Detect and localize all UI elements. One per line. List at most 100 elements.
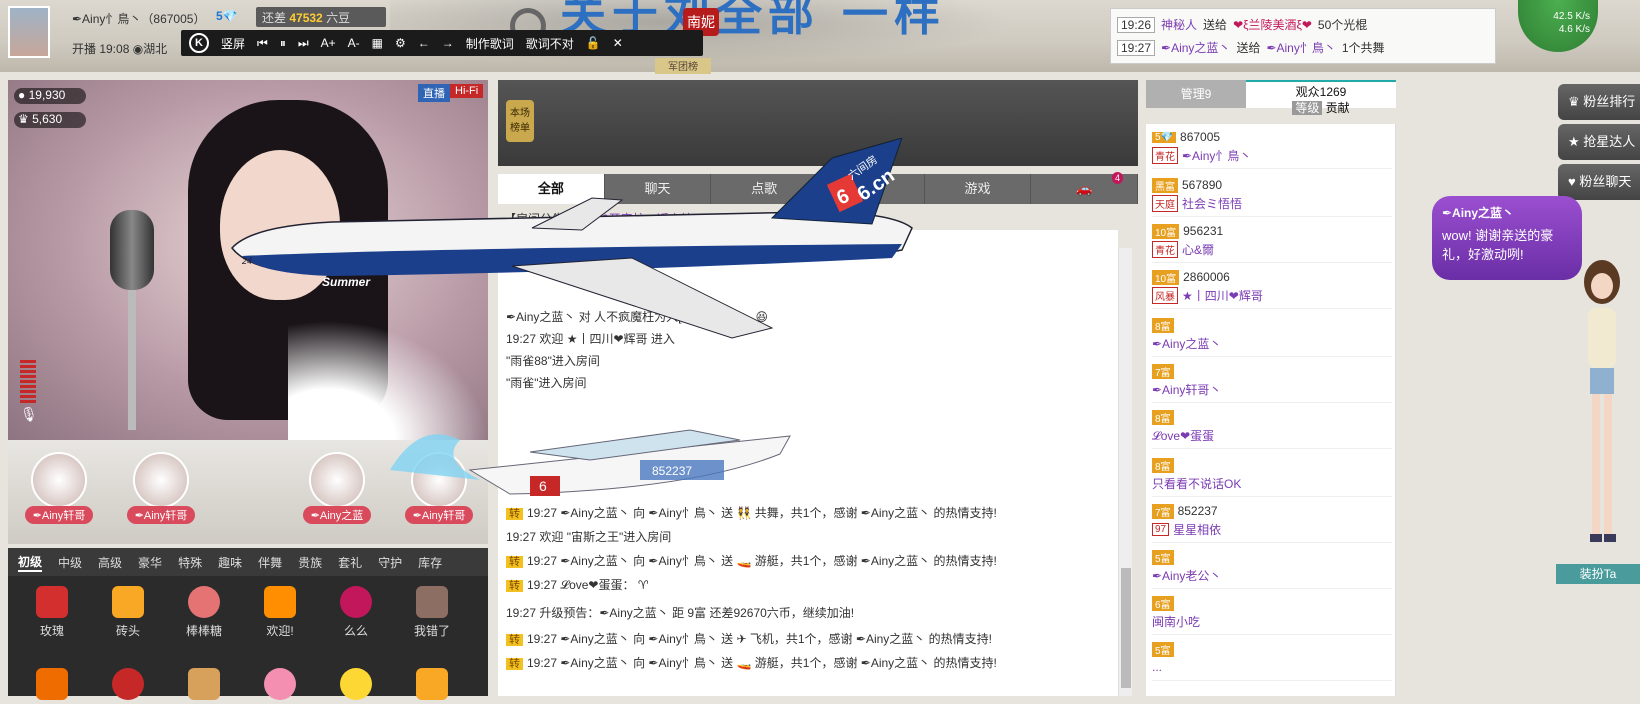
session-rank-tag[interactable]: 本场榜单: [506, 100, 534, 142]
anchor-avatar[interactable]: [8, 6, 50, 58]
audience-name[interactable]: ✒Ainy忄鳥丶: [1182, 147, 1251, 164]
gift-tab-set[interactable]: 套礼: [338, 554, 362, 571]
forward-tag[interactable]: 转: [506, 556, 523, 568]
gift-item[interactable]: 棒棒糖: [174, 586, 234, 639]
level-diff-box: 还差 47532 六豆: [256, 7, 386, 27]
gift-item[interactable]: [98, 668, 158, 704]
gift-tab-fun[interactable]: 趣味: [218, 554, 242, 571]
ticker-sender[interactable]: ✒Ainy之蓝丶: [1161, 39, 1230, 56]
avatar-doll[interactable]: [1570, 256, 1634, 556]
pause-icon[interactable]: ⏸: [280, 36, 286, 51]
audience-row[interactable]: 8富 ✒Ainy之蓝丶: [1152, 316, 1392, 357]
seat[interactable]: ✒Ainy轩哥: [14, 452, 104, 532]
color-grid-icon[interactable]: ▦: [372, 36, 383, 50]
toolbar-item-portrait[interactable]: 竖屏: [221, 35, 245, 52]
fans-rank-button[interactable]: ♛ 粉丝排行: [1558, 84, 1640, 120]
gear-icon[interactable]: ⚙: [395, 36, 406, 50]
gift-item[interactable]: 砖头: [98, 586, 158, 639]
seat-empty[interactable]: [204, 452, 294, 532]
sort-by-contribution[interactable]: 贡献: [1326, 101, 1350, 115]
audience-name[interactable]: ✒Ainy老公丶: [1152, 567, 1221, 584]
microphone-icon[interactable]: 🎙: [20, 406, 40, 424]
tab-managers[interactable]: 管理9: [1146, 80, 1246, 108]
lock-icon[interactable]: 🔓: [586, 36, 601, 50]
audience-row[interactable]: 8富 只看看不说话OK: [1152, 456, 1392, 497]
audience-id: 2860006: [1183, 270, 1230, 284]
ticker-receiver[interactable]: ✒Ainy忄鳥丶: [1266, 39, 1335, 56]
legion-rank-button[interactable]: 军团榜: [655, 58, 711, 74]
volume-meter[interactable]: [20, 360, 36, 404]
lyrics-wrong-button[interactable]: 歌词不对: [526, 35, 574, 52]
audience-name[interactable]: ✒Ainy之蓝丶: [1152, 335, 1221, 352]
audience-name[interactable]: ✒Ainy轩哥丶: [1152, 381, 1221, 398]
arrow-left-icon[interactable]: ←: [418, 36, 430, 50]
audience-name[interactable]: ★丨四川❤辉哥: [1182, 287, 1263, 304]
audience-row[interactable]: 黑富 567890 天庭 社会ミ悟悟: [1152, 176, 1392, 217]
gift-item[interactable]: [326, 668, 386, 704]
ticker-receiver[interactable]: ❤ξ兰陵美酒ξ❤: [1233, 16, 1312, 33]
gift-item[interactable]: 么么: [326, 586, 386, 639]
audience-name[interactable]: ...: [1152, 660, 1162, 674]
audience-row[interactable]: 7富 ✒Ainy轩哥丶: [1152, 362, 1392, 403]
grab-star-button[interactable]: ★ 抢星达人: [1558, 124, 1640, 160]
chat-scrollbar[interactable]: [1118, 248, 1132, 696]
gift-tab-basic[interactable]: 初级: [18, 553, 43, 572]
tab-audience[interactable]: 观众1269 等级 贡献: [1246, 80, 1396, 115]
audience-row[interactable]: 6富 闽南小吃: [1152, 594, 1392, 635]
font-bigger-icon[interactable]: A+: [321, 36, 336, 50]
font-smaller-icon[interactable]: A-: [348, 36, 360, 50]
prev-icon[interactable]: ⏮: [257, 36, 268, 51]
gift-tab-guard[interactable]: 守护: [378, 554, 402, 571]
gift-item[interactable]: 我错了: [402, 586, 462, 639]
audience-row[interactable]: 7富 852237 97 星星相依: [1152, 502, 1392, 543]
seat[interactable]: ✒Ainy轩哥: [116, 452, 206, 532]
k-logo-icon[interactable]: K: [189, 33, 209, 53]
audience-row[interactable]: 5富 ✒Ainy老公丶: [1152, 548, 1392, 589]
hifi-badge[interactable]: Hi-Fi: [450, 84, 484, 98]
gift-item[interactable]: [22, 668, 82, 704]
gift-tab-luxury[interactable]: 豪华: [138, 554, 162, 571]
forward-tag[interactable]: 转: [506, 658, 523, 670]
gift-tab-mid[interactable]: 中级: [58, 554, 82, 571]
audience-row[interactable]: 5富...: [1152, 640, 1392, 681]
gift-item[interactable]: 玫瑰: [22, 586, 82, 639]
audience-name[interactable]: 心&爾: [1182, 241, 1214, 258]
gift-tab-high[interactable]: 高级: [98, 554, 122, 571]
role-badge: 97: [1152, 522, 1170, 536]
gift-tab-dance[interactable]: 伴舞: [258, 554, 282, 571]
scroll-thumb[interactable]: [1121, 568, 1131, 688]
audience-row[interactable]: 10富 2860006 风暴 ★丨四川❤辉哥: [1152, 268, 1392, 309]
audience-name[interactable]: 社会ミ悟悟: [1182, 195, 1242, 212]
dress-up-button[interactable]: 装扮Ta: [1556, 564, 1640, 584]
audience-name[interactable]: 闽南小吃: [1152, 613, 1200, 630]
seat-avatar: [221, 452, 277, 508]
gift-tab-noble[interactable]: 贵族: [298, 554, 322, 571]
tab-car-icon[interactable]: 🚗 4: [1031, 172, 1139, 204]
arrow-right-icon[interactable]: →: [442, 36, 454, 50]
close-icon[interactable]: ✕: [613, 36, 623, 50]
next-icon[interactable]: ⏭: [298, 36, 309, 51]
audience-list[interactable]: 5💎 867005 青花 ✒Ainy忄鳥丶 黑富 567890 天庭 社会ミ悟悟 10富 9562…: [1146, 124, 1396, 696]
gift-item[interactable]: [250, 668, 310, 704]
audience-row[interactable]: 5💎 867005 青花 ✒Ainy忄鳥丶: [1152, 128, 1392, 169]
ticker-sender[interactable]: 神秘人: [1161, 16, 1197, 33]
video-mic-stand: [128, 290, 136, 430]
gift-tab-inventory[interactable]: 库存: [418, 554, 442, 571]
gift-item[interactable]: [402, 668, 462, 704]
forward-tag[interactable]: 转: [506, 634, 523, 646]
gift-item[interactable]: [174, 668, 234, 704]
audience-name[interactable]: 星星相依: [1173, 521, 1221, 538]
forward-tag[interactable]: 转: [506, 580, 523, 592]
anchor-name[interactable]: ✒Ainy忄鳥丶（867005）: [72, 10, 205, 27]
audience-name[interactable]: 只看看不说话OK: [1152, 475, 1241, 492]
make-lyrics-button[interactable]: 制作歌词: [466, 35, 514, 52]
sort-by-level[interactable]: 等级: [1292, 101, 1323, 115]
audience-row[interactable]: 8富 𝓛ove❤蛋蛋: [1152, 408, 1392, 449]
audience-name[interactable]: 𝓛ove❤蛋蛋: [1152, 427, 1214, 444]
fans-chat-button[interactable]: ♥ 粉丝聊天: [1558, 164, 1640, 200]
gift-tab-special[interactable]: 特殊: [178, 554, 202, 571]
heart-icon: ♥: [1568, 174, 1576, 189]
seat[interactable]: ✒Ainy之蓝: [292, 452, 382, 532]
gift-item[interactable]: 欢迎!: [250, 586, 310, 639]
audience-row[interactable]: 10富 956231 青花 心&爾: [1152, 222, 1392, 263]
